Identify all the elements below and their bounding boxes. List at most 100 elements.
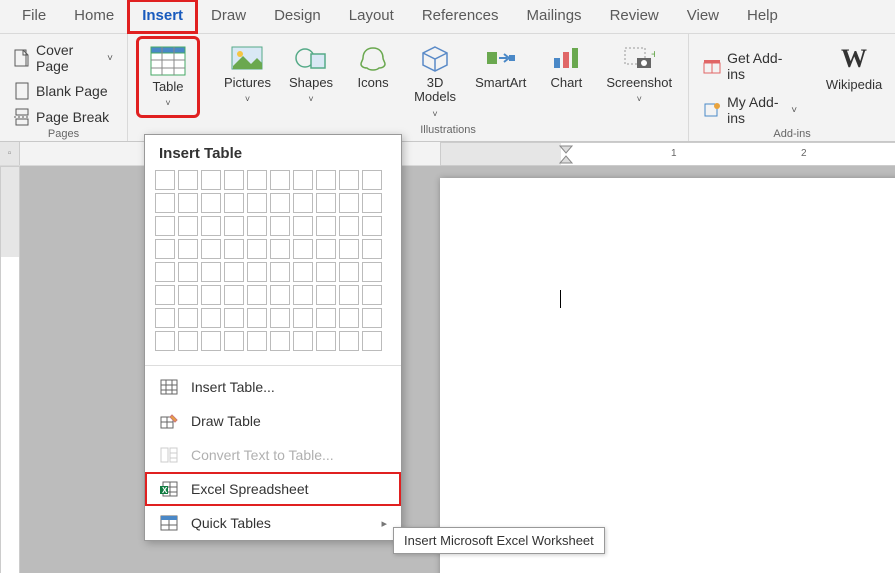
grid-cell[interactable] — [339, 193, 359, 213]
grid-cell[interactable] — [270, 262, 290, 282]
grid-cell[interactable] — [293, 239, 313, 259]
grid-cell[interactable] — [155, 216, 175, 236]
vertical-ruler[interactable] — [0, 166, 20, 573]
grid-cell[interactable] — [224, 262, 244, 282]
grid-cell[interactable] — [293, 308, 313, 328]
grid-cell[interactable] — [247, 308, 267, 328]
grid-cell[interactable] — [270, 331, 290, 351]
grid-cell[interactable] — [178, 239, 198, 259]
my-addins-button[interactable]: My Add-ins ˅ — [699, 92, 801, 128]
grid-cell[interactable] — [155, 262, 175, 282]
grid-cell[interactable] — [362, 262, 382, 282]
grid-cell[interactable] — [155, 193, 175, 213]
grid-cell[interactable] — [247, 216, 267, 236]
grid-cell[interactable] — [316, 308, 336, 328]
tab-design[interactable]: Design — [260, 0, 335, 33]
grid-cell[interactable] — [316, 262, 336, 282]
grid-cell[interactable] — [247, 262, 267, 282]
grid-cell[interactable] — [339, 285, 359, 305]
tab-layout[interactable]: Layout — [335, 0, 408, 33]
page[interactable] — [440, 178, 895, 573]
table-button[interactable]: Table ˅ — [140, 40, 196, 114]
tab-home[interactable]: Home — [60, 0, 128, 33]
tab-file[interactable]: File — [8, 0, 60, 33]
grid-cell[interactable] — [316, 239, 336, 259]
tab-mailings[interactable]: Mailings — [513, 0, 596, 33]
get-addins-button[interactable]: Get Add-ins — [699, 48, 801, 84]
grid-cell[interactable] — [155, 170, 175, 190]
3d-models-button[interactable]: 3D Models˅ — [407, 40, 463, 121]
grid-cell[interactable] — [293, 170, 313, 190]
grid-cell[interactable] — [316, 170, 336, 190]
grid-cell[interactable] — [362, 239, 382, 259]
grid-cell[interactable] — [293, 193, 313, 213]
grid-cell[interactable] — [270, 308, 290, 328]
screenshot-button[interactable]: + Screenshot ˅ — [600, 40, 678, 121]
grid-cell[interactable] — [178, 170, 198, 190]
grid-cell[interactable] — [201, 193, 221, 213]
grid-cell[interactable] — [247, 170, 267, 190]
grid-cell[interactable] — [224, 308, 244, 328]
tab-help[interactable]: Help — [733, 0, 792, 33]
smartart-button[interactable]: SmartArt — [469, 40, 532, 121]
grid-cell[interactable] — [201, 170, 221, 190]
grid-cell[interactable] — [362, 193, 382, 213]
grid-cell[interactable] — [316, 193, 336, 213]
excel-spreadsheet-item[interactable]: X Excel Spreadsheet — [145, 472, 401, 506]
grid-cell[interactable] — [362, 285, 382, 305]
blank-page-button[interactable]: Blank Page — [10, 80, 117, 102]
grid-cell[interactable] — [270, 216, 290, 236]
grid-cell[interactable] — [293, 285, 313, 305]
grid-cell[interactable] — [224, 239, 244, 259]
grid-cell[interactable] — [316, 285, 336, 305]
grid-cell[interactable] — [178, 285, 198, 305]
tab-insert[interactable]: Insert — [128, 0, 197, 33]
grid-cell[interactable] — [339, 170, 359, 190]
grid-cell[interactable] — [201, 331, 221, 351]
grid-cell[interactable] — [201, 262, 221, 282]
grid-cell[interactable] — [362, 216, 382, 236]
grid-cell[interactable] — [155, 308, 175, 328]
table-grid-picker[interactable] — [145, 170, 401, 361]
grid-cell[interactable] — [224, 170, 244, 190]
grid-cell[interactable] — [224, 285, 244, 305]
grid-cell[interactable] — [201, 239, 221, 259]
wikipedia-button[interactable]: W Wikipedia — [823, 40, 885, 94]
grid-cell[interactable] — [316, 216, 336, 236]
grid-cell[interactable] — [247, 239, 267, 259]
grid-cell[interactable] — [201, 285, 221, 305]
grid-cell[interactable] — [362, 170, 382, 190]
grid-cell[interactable] — [178, 262, 198, 282]
grid-cell[interactable] — [178, 331, 198, 351]
tab-references[interactable]: References — [408, 0, 513, 33]
grid-cell[interactable] — [316, 331, 336, 351]
grid-cell[interactable] — [270, 193, 290, 213]
grid-cell[interactable] — [178, 216, 198, 236]
grid-cell[interactable] — [293, 216, 313, 236]
grid-cell[interactable] — [224, 331, 244, 351]
chart-button[interactable]: Chart — [538, 40, 594, 121]
grid-cell[interactable] — [270, 239, 290, 259]
grid-cell[interactable] — [224, 193, 244, 213]
grid-cell[interactable] — [362, 331, 382, 351]
draw-table-item[interactable]: Draw Table — [145, 404, 401, 438]
grid-cell[interactable] — [247, 193, 267, 213]
grid-cell[interactable] — [247, 331, 267, 351]
grid-cell[interactable] — [201, 308, 221, 328]
tab-draw[interactable]: Draw — [197, 0, 260, 33]
grid-cell[interactable] — [178, 193, 198, 213]
grid-cell[interactable] — [270, 170, 290, 190]
grid-cell[interactable] — [339, 239, 359, 259]
pictures-button[interactable]: Pictures ˅ — [218, 40, 277, 121]
page-break-button[interactable]: Page Break — [10, 106, 117, 128]
grid-cell[interactable] — [339, 262, 359, 282]
grid-cell[interactable] — [224, 216, 244, 236]
grid-cell[interactable] — [339, 216, 359, 236]
tab-view[interactable]: View — [673, 0, 733, 33]
grid-cell[interactable] — [339, 331, 359, 351]
insert-table-item[interactable]: Insert Table... — [145, 370, 401, 404]
icons-button[interactable]: Icons — [345, 40, 401, 121]
tab-review[interactable]: Review — [596, 0, 673, 33]
grid-cell[interactable] — [178, 308, 198, 328]
grid-cell[interactable] — [155, 239, 175, 259]
